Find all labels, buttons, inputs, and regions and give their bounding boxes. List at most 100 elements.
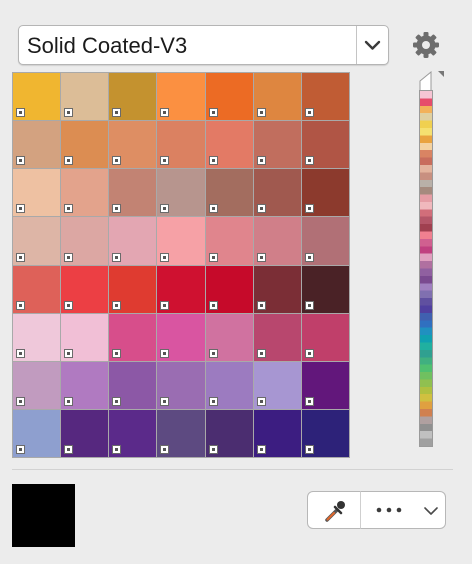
color-swatch[interactable] [109, 361, 157, 409]
color-swatch[interactable] [205, 313, 253, 361]
color-swatch[interactable] [301, 361, 349, 409]
spot-color-icon [64, 156, 74, 166]
spot-color-icon [256, 396, 266, 406]
palette-dropdown[interactable]: Solid Coated-V3 [18, 25, 389, 65]
spot-color-icon [256, 156, 266, 166]
color-swatch[interactable] [253, 409, 301, 457]
spot-color-icon [160, 348, 170, 358]
more-options-button[interactable] [360, 491, 446, 529]
color-swatch[interactable] [253, 217, 301, 265]
color-swatch[interactable] [13, 265, 61, 313]
color-swatch[interactable] [13, 169, 61, 217]
color-swatch[interactable] [157, 121, 205, 169]
spot-color-icon [64, 204, 74, 214]
spot-color-icon [64, 252, 74, 262]
gear-icon[interactable] [411, 30, 441, 60]
color-swatch[interactable] [157, 361, 205, 409]
color-swatch[interactable] [301, 217, 349, 265]
spot-color-icon [112, 396, 122, 406]
color-swatch[interactable] [109, 73, 157, 121]
spot-color-icon [208, 156, 218, 166]
color-swatch[interactable] [301, 121, 349, 169]
spot-color-icon [304, 396, 314, 406]
color-swatch[interactable] [13, 409, 61, 457]
color-swatch[interactable] [13, 217, 61, 265]
color-swatch[interactable] [109, 217, 157, 265]
color-swatch[interactable] [109, 409, 157, 457]
color-swatch[interactable] [253, 313, 301, 361]
color-swatch[interactable] [61, 121, 109, 169]
eyedropper-icon [325, 501, 345, 522]
spot-color-icon [112, 300, 122, 310]
color-swatch[interactable] [253, 73, 301, 121]
color-strip-slider[interactable] [419, 90, 433, 447]
chevron-down-icon[interactable] [357, 26, 388, 64]
spot-color-icon [64, 396, 74, 406]
eyedropper-button[interactable] [307, 491, 361, 529]
spot-color-icon [304, 156, 314, 166]
spot-color-icon [160, 396, 170, 406]
color-swatch[interactable] [205, 217, 253, 265]
spot-color-icon [112, 445, 122, 454]
spot-color-icon [160, 156, 170, 166]
spot-color-icon [304, 445, 314, 454]
color-swatch[interactable] [157, 265, 205, 313]
color-swatch[interactable] [13, 121, 61, 169]
color-swatch[interactable] [13, 361, 61, 409]
color-swatch[interactable] [157, 313, 205, 361]
color-swatch[interactable] [253, 169, 301, 217]
color-swatch[interactable] [61, 73, 109, 121]
color-swatch[interactable] [109, 121, 157, 169]
color-swatch[interactable] [157, 409, 205, 457]
color-swatch[interactable] [157, 73, 205, 121]
spot-color-icon [160, 204, 170, 214]
color-swatch[interactable] [253, 265, 301, 313]
spot-color-icon [64, 445, 74, 454]
spot-color-icon [160, 252, 170, 262]
color-swatch[interactable] [205, 121, 253, 169]
spot-color-icon [304, 108, 314, 118]
color-swatch[interactable] [157, 169, 205, 217]
spot-color-icon [16, 156, 25, 166]
color-swatch[interactable] [205, 73, 253, 121]
spot-color-icon [304, 300, 314, 310]
spot-color-icon [112, 108, 122, 118]
color-swatch[interactable] [61, 217, 109, 265]
color-swatch[interactable] [301, 409, 349, 457]
spot-color-icon [208, 396, 218, 406]
chevron-down-icon[interactable] [423, 505, 439, 517]
color-swatch[interactable] [61, 409, 109, 457]
spot-color-icon [112, 156, 122, 166]
color-swatch[interactable] [205, 409, 253, 457]
color-swatch[interactable] [109, 265, 157, 313]
color-swatch[interactable] [13, 73, 61, 121]
color-swatch[interactable] [157, 217, 205, 265]
color-swatch[interactable] [301, 313, 349, 361]
color-swatch[interactable] [61, 313, 109, 361]
color-swatch[interactable] [109, 169, 157, 217]
spot-color-icon [112, 204, 122, 214]
color-swatch[interactable] [301, 265, 349, 313]
color-swatch[interactable] [61, 265, 109, 313]
color-swatch[interactable] [205, 169, 253, 217]
color-swatch[interactable] [13, 313, 61, 361]
color-swatch[interactable] [301, 73, 349, 121]
spot-color-icon [16, 204, 25, 214]
spot-color-icon [208, 108, 218, 118]
spot-color-icon [304, 348, 314, 358]
color-swatch[interactable] [205, 361, 253, 409]
spot-color-icon [256, 108, 266, 118]
spot-color-icon [112, 252, 122, 262]
color-swatch[interactable] [61, 169, 109, 217]
color-swatch[interactable] [61, 361, 109, 409]
spot-color-icon [256, 445, 266, 454]
spot-color-icon [64, 108, 74, 118]
spot-color-icon [64, 300, 74, 310]
spot-color-icon [208, 348, 218, 358]
color-swatch[interactable] [205, 265, 253, 313]
color-swatch[interactable] [253, 361, 301, 409]
color-swatch[interactable] [109, 313, 157, 361]
color-swatch[interactable] [301, 169, 349, 217]
current-color-swatch[interactable] [12, 484, 75, 547]
color-swatch[interactable] [253, 121, 301, 169]
